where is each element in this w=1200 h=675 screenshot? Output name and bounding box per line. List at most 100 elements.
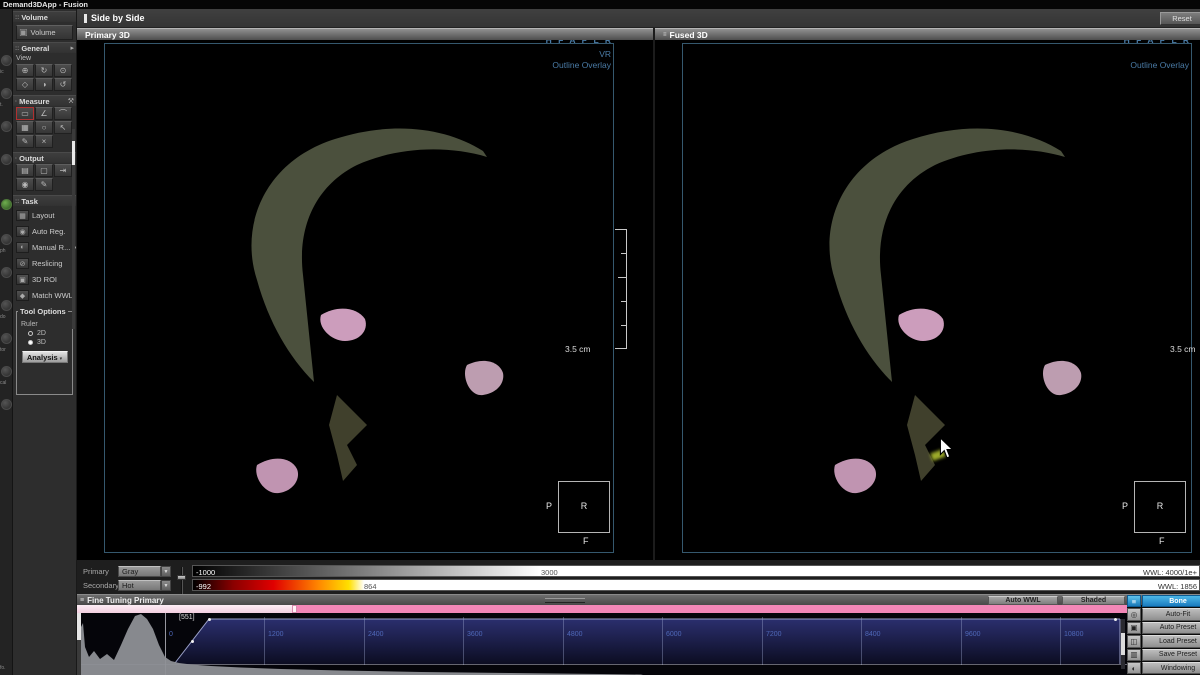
output-section-header[interactable]: · Output (13, 152, 76, 163)
histogram-right-slider-thumb[interactable] (1121, 633, 1125, 655)
fused-3d-header[interactable]: ≡ Fused 3D (655, 28, 1200, 40)
mouse-cursor (939, 438, 955, 460)
histogram-curve (81, 613, 1127, 675)
preset-button-auto-preset[interactable]: ▣ Auto Preset (1127, 621, 1200, 634)
fine-tuning-header[interactable]: ≡ Fine Tuning Primary Auto WWL Shaded (77, 594, 1200, 605)
preset-button-auto-fit[interactable]: ◎ Auto-Fit (1127, 607, 1200, 620)
ellipse-tool-button[interactable]: ○ (35, 121, 53, 134)
auto-wwl-button[interactable]: Auto WWL (988, 596, 1058, 605)
secondary-lut-dropdown-icon[interactable]: ▼ (161, 580, 171, 591)
delete-measure-button[interactable]: × (35, 135, 53, 148)
task-item-layout[interactable]: ▦ Layout (16, 209, 76, 222)
wrench-icon[interactable]: ⚒ (68, 97, 74, 105)
strip-tool-icon[interactable] (1, 121, 12, 132)
zoom-tool-button[interactable]: ⊙ (54, 64, 72, 77)
strip-tool-icon[interactable] (1, 267, 12, 278)
strip-tool-icon[interactable] (1, 154, 12, 165)
pen-output-button[interactable]: ✎ (35, 178, 53, 191)
section-grip-icon: · (15, 98, 17, 105)
panel-splitter-grip[interactable] (545, 598, 585, 603)
primary-gradient-bar[interactable]: -1000 3000 WWL: 4000/1e+ (192, 565, 1200, 577)
measure-section-header[interactable]: · Measure ⚒ (13, 95, 76, 106)
capture-output-button[interactable]: ▢ (35, 164, 53, 177)
histogram-area[interactable]: 0 1200 2400 3600 4800 6000 7200 8400 960… (81, 613, 1127, 675)
volume-section-header[interactable]: :: Volume (13, 11, 76, 22)
task-section-header[interactable]: :: Task (13, 195, 76, 206)
window-level-tool-button[interactable]: ◑ (35, 78, 53, 91)
range-overview-bar[interactable] (77, 605, 1127, 613)
strip-tool-icon[interactable] (1, 234, 12, 245)
sidebar-scrollbar-thumb[interactable] (72, 141, 75, 165)
angle-tool-button[interactable]: ∠ (35, 107, 53, 120)
strip-tool-icon[interactable] (1, 300, 12, 311)
lut-colorbar-area: Primary Gray ▼ -1000 3000 WWL: 4000/1e+ … (77, 560, 1200, 594)
rotate-tool-button[interactable]: ↻ (35, 64, 53, 77)
task-item-auto-reg[interactable]: ◉ Auto Reg. (16, 225, 76, 238)
pointer-tool-button[interactable]: ↖ (54, 121, 72, 134)
ruler-3d-radio[interactable]: 3D (28, 339, 69, 346)
strip-active-tool-icon[interactable] (1, 199, 12, 210)
histogram-right-slider[interactable] (1121, 619, 1125, 669)
left-icon-strip: ic t. ph do tor cal fo. (0, 9, 13, 675)
preset-button-bone[interactable]: ≡ Bone (1127, 594, 1200, 607)
window-ramp-mid-handle[interactable] (191, 640, 194, 643)
preset-button-windowing[interactable]: ◐ Windowing (1127, 661, 1200, 674)
analysis-button[interactable]: Analysis ▾ (22, 351, 68, 363)
task-item-match-wwl[interactable]: ◆ Match WWL (16, 289, 76, 302)
preset-button-column: ≡ Bone ◎ Auto-Fit ▣ Auto Preset ◫ Load P… (1127, 594, 1200, 675)
fused-3d-render-area[interactable]: H F A P L R Outline Overlay 3.5 cm P R (655, 40, 1200, 560)
range-overview-grip[interactable] (292, 605, 297, 613)
preset-button-save-preset[interactable]: ▥ Save Preset (1127, 648, 1200, 661)
compass-left-letter: P (1122, 501, 1128, 511)
ruler-options-label: Ruler (21, 321, 69, 328)
reslicing-icon: ⊘ (16, 258, 29, 269)
reset-view-tool-button[interactable]: ↺ (54, 78, 72, 91)
strip-tool-icon[interactable] (1, 88, 12, 99)
primary-lut-select[interactable]: Gray (118, 566, 161, 577)
expand-icon[interactable]: ▸ (70, 44, 74, 52)
secondary-range-min: -992 (196, 582, 211, 591)
annotate-tool-button[interactable]: ✎ (16, 135, 34, 148)
strip-tool-icon[interactable] (1, 333, 12, 344)
strip-tool-icon[interactable] (1, 55, 12, 66)
ruler-2d-radio[interactable]: 2D (28, 330, 69, 337)
arc-tool-button[interactable]: ⌒ (54, 107, 72, 120)
camera-output-button[interactable]: ◉ (16, 178, 34, 191)
ruler-tool-button[interactable]: ▭ (16, 107, 34, 120)
save-preset-icon: ▥ (1127, 649, 1141, 661)
overlay-mode-label: Outline Overlay (552, 60, 611, 70)
film-output-button[interactable]: ▤ (16, 164, 34, 177)
camera-icon: ◉ (22, 181, 29, 189)
task-item-manual-reg[interactable]: ◐ Manual R... ▸ (16, 241, 76, 254)
general-section-header[interactable]: :: General ▸ (13, 42, 76, 53)
render-mode-label: VR (599, 49, 611, 59)
strip-label-fragment: t. (0, 102, 3, 108)
preset-button-load-preset[interactable]: ◫ Load Preset (1127, 634, 1200, 647)
secondary-lut-select[interactable]: Hot (118, 580, 161, 591)
strip-tool-icon[interactable] (1, 399, 12, 410)
primary-3d-header[interactable]: Primary 3D (77, 28, 653, 40)
export-output-button[interactable]: ⇥ (54, 164, 72, 177)
task-item-reslicing[interactable]: ⊘ Reslicing (16, 257, 76, 270)
pan-tool-button[interactable]: ⊕ (16, 64, 34, 77)
window-plateau-right-handle[interactable] (1114, 618, 1117, 621)
windowing-icon: ◐ (1127, 662, 1141, 674)
window-handle-value: [551] (179, 614, 195, 621)
grid-tool-button[interactable]: ▦ (16, 121, 34, 134)
delete-icon: × (42, 138, 47, 146)
window-level-icon: ◑ (42, 81, 47, 89)
task-item-3d-roi[interactable]: ▣ 3D ROI (16, 273, 76, 286)
orientation-compass[interactable]: P R F (558, 481, 610, 533)
primary-3d-render-area[interactable]: H F A P L R VR Outline Overlay 3.5 cm P (77, 40, 653, 560)
orbit-tool-button[interactable]: ◇ (16, 78, 34, 91)
primary-lut-dropdown-icon[interactable]: ▼ (161, 566, 171, 577)
tool-options-panel: Tool Options Ruler 2D 3D Analysis ▾ (16, 311, 73, 395)
secondary-gradient-bar[interactable]: -992 864 WWL: 1856 (192, 579, 1200, 591)
volume-button[interactable]: ▣ Volume (16, 25, 73, 40)
window-ramp-top-handle[interactable] (208, 618, 211, 621)
reset-button[interactable]: Reset (1160, 12, 1200, 25)
strip-tool-icon[interactable] (1, 366, 12, 377)
sidebar-scrollbar[interactable] (72, 129, 75, 329)
orientation-compass[interactable]: P R F (1134, 481, 1186, 533)
shaded-button[interactable]: Shaded (1062, 596, 1125, 605)
